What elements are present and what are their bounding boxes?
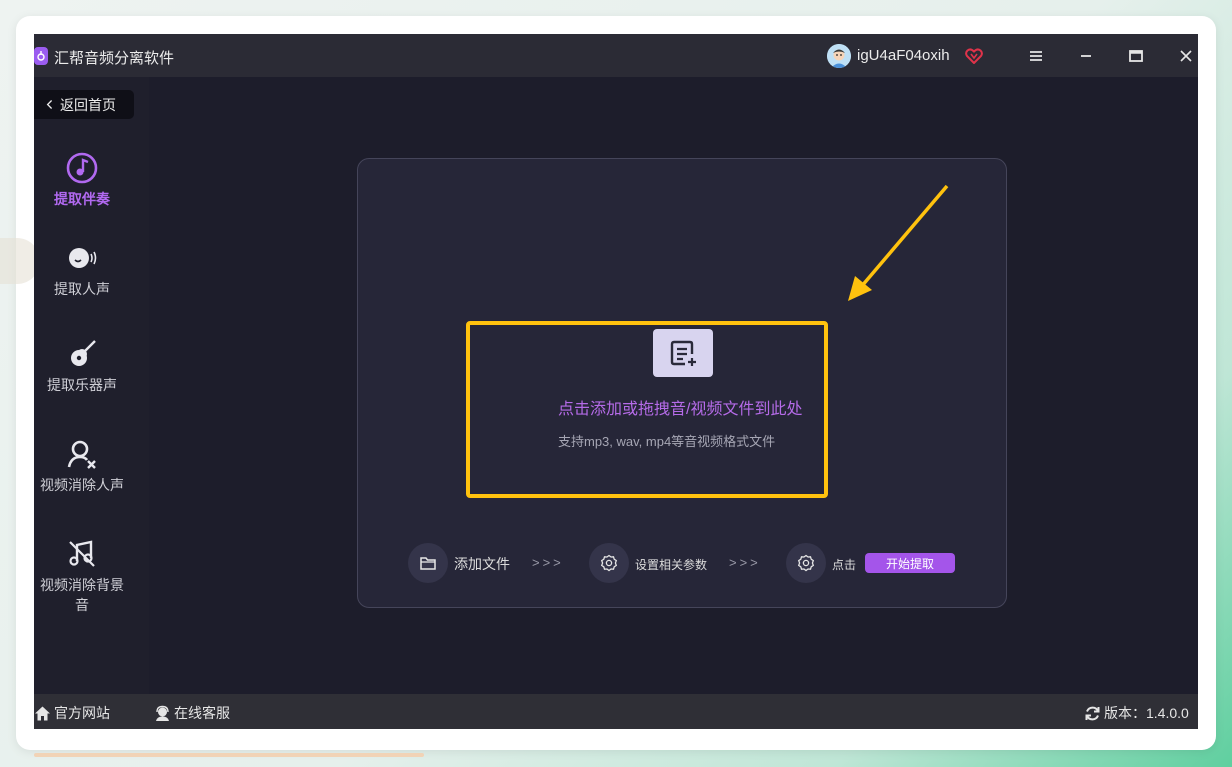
start-extract-button[interactable]: 开始提取 — [865, 553, 955, 573]
user-remove-icon — [67, 440, 96, 469]
official-website-link[interactable]: 官方网站 — [34, 703, 110, 723]
sidebar-item-label: 视频消除背景音 — [40, 577, 124, 613]
username[interactable]: igU4aF04oxih — [857, 47, 950, 64]
status-bar: 官方网站 在线客服 版本：1.4.0.0 — [34, 694, 1198, 729]
gear-icon — [797, 554, 815, 572]
step-add-file-label: 添加文件 — [454, 556, 510, 572]
sidebar-item-label: 提取伴奏 — [54, 191, 110, 207]
file-add-icon — [653, 329, 713, 377]
step-settings-label: 设置相关参数 — [635, 558, 708, 572]
music-note-icon — [66, 152, 98, 184]
back-home-label: 返回首页 — [60, 96, 116, 113]
main-panel: 点击添加或拖拽音/视频文件到此处 支持mp3, wav, mp4等音视频格式文件… — [357, 158, 1007, 608]
step-click-label: 点击 — [832, 558, 857, 572]
app-window: 汇帮音频分离软件 igU4aF04oxih 返回首页 提取伴奏 提取人声 提取乐… — [34, 34, 1198, 729]
back-home-button[interactable]: 返回首页 — [34, 90, 134, 119]
music-off-icon — [69, 540, 95, 567]
home-icon — [35, 706, 50, 720]
minimize-icon[interactable] — [1074, 44, 1098, 68]
voice-icon — [69, 248, 97, 268]
vip-heart-icon[interactable] — [965, 48, 983, 65]
sidebar-item-video-remove-background[interactable]: 视频消除背景音 — [34, 537, 130, 615]
sidebar: 返回首页 提取伴奏 提取人声 提取乐器声 视频消除人声 视频消除背景音 — [34, 77, 149, 694]
drop-zone-title: 点击添加或拖拽音/视频文件到此处 — [558, 401, 803, 418]
sidebar-item-extract-instrument[interactable]: 提取乐器声 — [34, 337, 130, 395]
step-separator: >>> — [532, 555, 564, 570]
settings-step-button[interactable] — [589, 543, 629, 583]
folder-icon — [420, 557, 436, 570]
sidebar-item-label: 提取乐器声 — [47, 377, 117, 393]
menu-icon[interactable] — [1024, 44, 1048, 68]
app-title: 汇帮音频分离软件 — [54, 50, 175, 67]
customer-service-icon — [156, 705, 169, 721]
user-avatar[interactable] — [827, 44, 851, 68]
maximize-icon[interactable] — [1124, 44, 1148, 68]
refresh-icon — [1085, 706, 1100, 720]
online-service-link[interactable]: 在线客服 — [154, 703, 230, 723]
horizontal-scrollbar[interactable] — [34, 753, 424, 757]
start-step-button[interactable] — [786, 543, 826, 583]
gear-icon — [600, 554, 618, 572]
version-label: 版本：1.4.0.0 — [1104, 705, 1189, 721]
title-bar: 汇帮音频分离软件 igU4aF04oxih — [34, 34, 1198, 77]
sidebar-item-label: 提取人声 — [54, 281, 110, 297]
add-file-step-button[interactable] — [408, 543, 448, 583]
version-info[interactable]: 版本：1.4.0.0 — [1084, 703, 1189, 723]
arrow-annotation-icon — [848, 184, 949, 301]
step-separator: >>> — [729, 555, 761, 570]
online-service-label: 在线客服 — [174, 705, 230, 721]
drop-zone-subtitle: 支持mp3, wav, mp4等音视频格式文件 — [558, 434, 776, 449]
sidebar-item-extract-accompaniment[interactable]: 提取伴奏 — [34, 151, 130, 209]
sidebar-item-video-remove-vocals[interactable]: 视频消除人声 — [34, 437, 130, 495]
file-drop-zone[interactable]: 点击添加或拖拽音/视频文件到此处 支持mp3, wav, mp4等音视频格式文件 — [466, 321, 828, 498]
sidebar-item-label: 视频消除人声 — [40, 477, 124, 493]
workflow-steps: 添加文件 >>> 设置相关参数 >>> 点击 开始提取 — [408, 543, 968, 583]
guitar-icon — [71, 340, 96, 366]
official-website-label: 官方网站 — [54, 705, 110, 721]
sidebar-item-extract-vocals[interactable]: 提取人声 — [34, 241, 130, 299]
close-icon[interactable] — [1174, 44, 1198, 68]
app-logo-icon — [34, 47, 48, 65]
chevron-left-icon — [46, 97, 54, 113]
